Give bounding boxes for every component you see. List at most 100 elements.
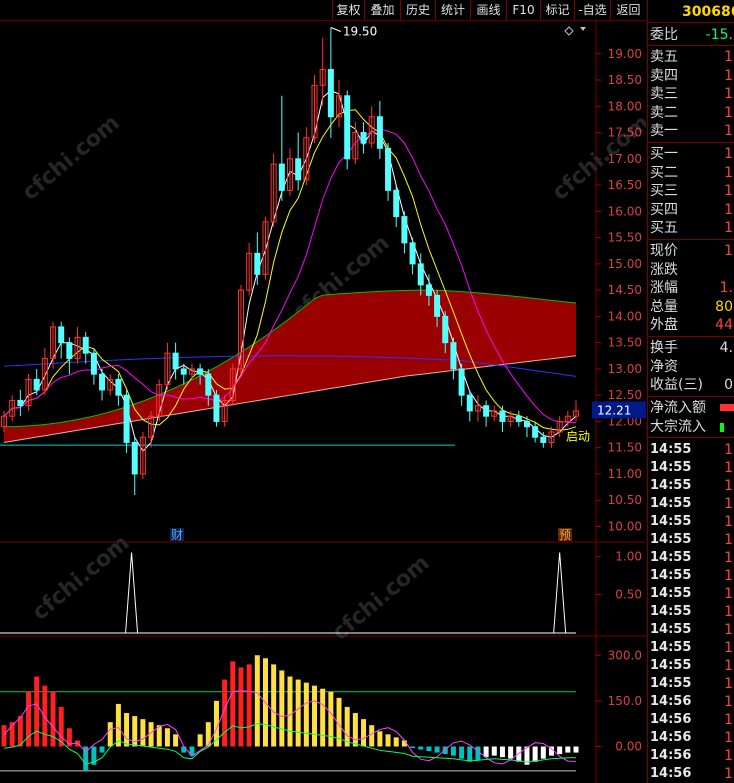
candle-body (58, 326, 65, 344)
hist-bar (508, 746, 514, 759)
tick-price: 1 (724, 478, 733, 494)
tick-row: 14:55 1 (648, 459, 734, 477)
tick-row: 14:55 1 (648, 567, 734, 585)
buy-row-0-label: 买一 (650, 146, 678, 162)
tick-time: 14:56 (650, 694, 692, 709)
tick-time: 14:55 (650, 676, 692, 691)
hist-bar (34, 676, 40, 747)
stat-row-3-label: 总量 (650, 298, 678, 315)
toolbar-button-6[interactable]: 标记 (540, 0, 574, 20)
tick-price: 1 (724, 748, 733, 764)
sell-row-3-label: 卖二 (650, 104, 678, 121)
hist-tick-label: 0.00 (615, 740, 642, 754)
candle-body (385, 147, 392, 191)
weibi-row-label: 委比 (650, 27, 678, 43)
candle-body (180, 368, 187, 375)
hist-bar (271, 664, 277, 747)
triangle-down-icon[interactable] (580, 27, 586, 31)
hist-bar (246, 664, 252, 747)
y-tick-label: 10.50 (608, 493, 642, 507)
tick-time: 14:55 (650, 622, 692, 637)
candle-body (417, 263, 424, 286)
sell-row-1-label: 卖四 (650, 67, 678, 84)
hist-bar (459, 746, 465, 759)
tick-row: 14:55 1 (648, 477, 734, 495)
stat-row-2: 涨幅 1. (648, 279, 734, 297)
current-price-label: 12.21 (597, 403, 631, 417)
buy-row-0-value: 1 (724, 146, 733, 162)
watermark-text: cfchi.com (28, 530, 135, 625)
hist-bar (164, 728, 170, 747)
hist-bar (287, 676, 293, 747)
toolbar-button-5[interactable]: F10 (506, 0, 540, 20)
tick-price: 1 (724, 568, 733, 584)
tick-row: 14:56 1 (648, 693, 734, 711)
tick-row: 14:56 1 (648, 711, 734, 729)
tick-time: 14:56 (650, 766, 692, 781)
tick-price: 1 (724, 442, 733, 458)
sell-row-0: 卖五 1 (648, 48, 734, 66)
hist-bar (450, 746, 456, 756)
diamond-icon[interactable] (564, 26, 574, 36)
kline-chart[interactable]: cfchi.comcfchi.comcfchi.com cfchi.comcfch… (0, 21, 646, 783)
tick-time: 14:55 (650, 604, 692, 619)
tick-price: 1 (724, 730, 733, 746)
signal-spike (125, 552, 139, 634)
hist-bar (499, 746, 505, 758)
tick-row: 14:55 1 (648, 495, 734, 513)
candle-body (344, 95, 351, 160)
tick-price: 1 (724, 766, 733, 782)
toolbar-button-3[interactable]: 统计 (435, 0, 470, 20)
hist-bar (140, 719, 146, 747)
qidong-label: 启动 (566, 429, 590, 443)
hist-bar (205, 722, 211, 747)
sell-row-2-value: 1 (724, 86, 733, 102)
stat-row-0-value: 1 (724, 243, 733, 259)
y-tick-label: 16.00 (608, 204, 642, 218)
tick-row: 14:55 1 (648, 621, 734, 639)
candle-body (131, 441, 138, 475)
candle-body (532, 426, 539, 438)
candle-body (376, 116, 383, 149)
tick-time: 14:55 (650, 568, 692, 583)
toolbar-button-1[interactable]: 叠加 (364, 0, 400, 20)
chart-area[interactable]: cfchi.com cfchi.com cfchi.com cfchi.com cfch… (0, 21, 646, 783)
buy-row-2: 买三 1 (648, 182, 734, 200)
watermark-text: cfchi.com (328, 550, 435, 645)
toolbar-button-7[interactable]: -自选 (574, 0, 610, 20)
sell-row-1: 卖四 1 (648, 67, 734, 85)
candle-body (393, 189, 400, 218)
sell-row-3: 卖二 1 (648, 104, 734, 122)
sell-row-4: 卖一 1 (648, 122, 734, 140)
tick-time: 14:55 (650, 586, 692, 601)
y-tick-label: 17.50 (608, 126, 642, 140)
toolbar-button-4[interactable]: 画线 (470, 0, 506, 20)
candle-body (483, 405, 490, 417)
stat-row-2-value: 1. (719, 280, 733, 296)
weibi-row: 委比 -15. (648, 26, 734, 44)
tick-row: 14:55 1 (648, 513, 734, 531)
toolbar-button-8[interactable]: 返回 (610, 0, 646, 20)
candle-body (360, 132, 367, 144)
stat2-row-1-label: 净资 (650, 358, 678, 375)
hist-bar (173, 734, 179, 747)
buy-row-3-label: 买四 (650, 201, 678, 218)
hist-bar (115, 703, 121, 747)
tick-price: 1 (724, 676, 733, 692)
toolbar-button-2[interactable]: 历史 (400, 0, 435, 20)
toolbar-button-0[interactable]: 复权 (332, 0, 364, 20)
hist-bar (540, 746, 546, 759)
hist-bar (361, 719, 367, 747)
hist-bar (491, 746, 497, 756)
tick-price: 1 (724, 460, 733, 476)
hist-bar (312, 685, 318, 747)
hist-bar (107, 722, 113, 747)
flow-bar-0 (720, 404, 734, 411)
stat2-row-2: 收益(三) 0 (648, 376, 734, 394)
stat-row-0-label: 现价 (650, 243, 678, 259)
candle-body (17, 399, 24, 407)
y-tick-label: 18.00 (608, 99, 642, 113)
tick-row: 14:56 1 (648, 747, 734, 765)
tick-price: 1 (724, 604, 733, 620)
candle-body (450, 342, 457, 370)
